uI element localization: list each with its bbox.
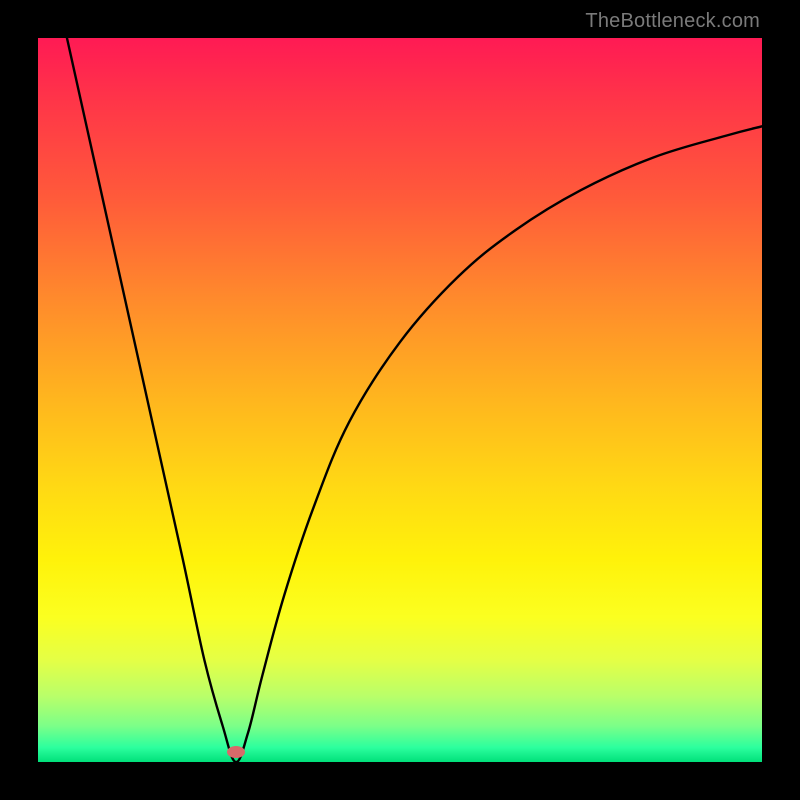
chart-container: TheBottleneck.com bbox=[0, 0, 800, 800]
curve-svg bbox=[38, 38, 762, 762]
watermark-label: TheBottleneck.com bbox=[585, 10, 760, 33]
bottleneck-curve-path bbox=[67, 38, 762, 762]
plot-area bbox=[38, 38, 762, 762]
minimum-marker bbox=[227, 746, 245, 758]
